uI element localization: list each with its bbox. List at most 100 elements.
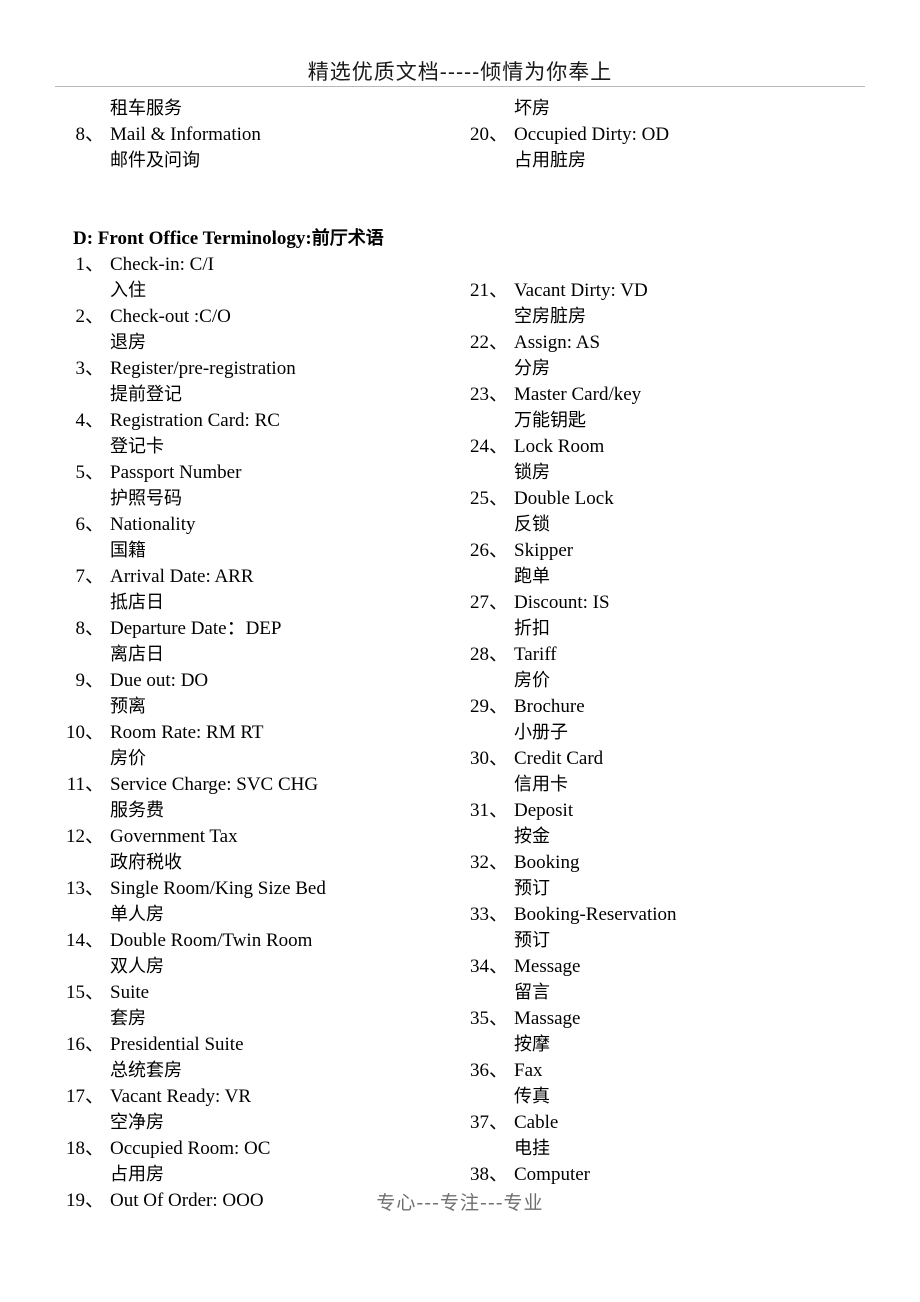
list-item: 38、 Computer	[452, 1162, 872, 1188]
list-item-translation: 折扣	[514, 618, 550, 639]
list-item: 10、 Room Rate: RM RT	[60, 720, 460, 746]
list-item-translation: 登记卡	[110, 436, 164, 457]
list-item-label: Due out: DO	[110, 670, 209, 691]
list-item: 28、 Tariff	[452, 642, 872, 668]
list-item-label: Massage	[514, 1008, 581, 1029]
list-item-label: Check-in: C/I	[110, 254, 214, 275]
list-item-number: 28、	[469, 644, 508, 665]
list-item-translation: 退房	[110, 332, 146, 353]
list-item-number: 36、	[469, 1060, 508, 1081]
list-item: 9、 Due out: DO	[60, 668, 460, 694]
list-item-label: Vacant Ready: VR	[110, 1086, 252, 1107]
list-item: 33、 Booking-Reservation	[452, 902, 872, 928]
list-item-number: 35、	[469, 1008, 508, 1029]
header-watermark-text: 精选优质文档-----倾情为你奉上	[307, 60, 613, 84]
list-item-translation: 总统套房	[110, 1060, 182, 1081]
list-item-label: Nationality	[110, 514, 196, 535]
list-item-number: 32、	[469, 852, 508, 873]
list-item-translation: 政府税收	[110, 852, 182, 873]
list-item-translation: 留言	[514, 982, 550, 1003]
list-item: 14、 Double Room/Twin Room	[60, 928, 460, 954]
list-item-label: Fax	[514, 1060, 543, 1081]
list-item: 12、 Government Tax	[60, 824, 460, 850]
list-item-number: 14、	[65, 930, 104, 951]
list-item-translation: 房价	[514, 670, 550, 691]
list-item-number: 17、	[65, 1086, 104, 1107]
list-item-number: 5、	[75, 462, 104, 483]
list-item-translation: 传真	[514, 1086, 550, 1107]
right-term-list: 21、 Vacant Dirty: VD 空房脏房 22、 Assign: AS 分房 23…	[452, 278, 872, 1188]
list-item: 8、 Mail & Information	[60, 122, 460, 148]
list-item-label: Occupied Dirty: OD	[514, 124, 670, 145]
list-item-label: Credit Card	[514, 748, 604, 769]
list-item-label: Room Rate: RM RT	[110, 722, 264, 743]
list-item-number: 9、	[75, 670, 104, 691]
list-item-number: 38、	[469, 1164, 508, 1185]
page-footer: 专心---专注---专业	[0, 1188, 920, 1215]
list-item-number: 33、	[469, 904, 508, 925]
list-item-label: Deposit	[514, 800, 574, 821]
section-heading: D: Front Office Terminology:前厅术语	[60, 226, 460, 252]
list-item: 20、 Occupied Dirty: OD	[452, 122, 872, 148]
header-divider-rule	[55, 86, 865, 87]
list-item: 7、 Arrival Date: ARR	[60, 564, 460, 590]
list-item-label: Check-out :C/O	[110, 306, 231, 327]
list-item-number: 8、	[75, 618, 104, 639]
continued-translation-line: 租车服务	[110, 98, 182, 119]
list-item-translation: 入住	[110, 280, 146, 301]
list-item-translation: 分房	[514, 358, 550, 379]
list-item-number: 29、	[469, 696, 508, 717]
list-item-label: Vacant Dirty: VD	[514, 280, 648, 301]
left-column: 租车服务 8、 Mail & Information 邮件及问询 D: Fron…	[60, 96, 460, 1214]
list-item: 34、 Message	[452, 954, 872, 980]
list-item: 36、 Fax	[452, 1058, 872, 1084]
list-item-label: Departure Date：DEP	[110, 618, 282, 639]
page-header: 精选优质文档-----倾情为你奉上	[0, 56, 920, 86]
list-item: 2、 Check-out :C/O	[60, 304, 460, 330]
list-item: 6、 Nationality	[60, 512, 460, 538]
list-item: 4、 Registration Card: RC	[60, 408, 460, 434]
continued-translation-line: 坏房	[514, 98, 550, 119]
list-item-label: Cable	[514, 1112, 559, 1133]
list-item-translation: 预离	[110, 696, 146, 717]
list-item-translation: 空房脏房	[514, 306, 586, 327]
list-item-number: 7、	[75, 566, 104, 587]
list-item-translation: 空净房	[110, 1112, 164, 1133]
list-item-translation: 套房	[110, 1008, 146, 1029]
list-item-number: 24、	[469, 436, 508, 457]
list-item: 8、 Departure Date：DEP	[60, 616, 460, 642]
list-item-label: Booking-Reservation	[514, 904, 677, 925]
list-item-label: Master Card/key	[514, 384, 642, 405]
list-item-label: Mail & Information	[110, 124, 261, 145]
list-item-number: 25、	[469, 488, 508, 509]
list-item-translation: 国籍	[110, 540, 146, 561]
list-item-translation: 邮件及问询	[110, 150, 200, 171]
list-item-number: 18、	[65, 1138, 104, 1159]
list-item-label: Skipper	[514, 540, 574, 561]
list-item: 35、 Massage	[452, 1006, 872, 1032]
list-item-translation: 护照号码	[110, 488, 182, 509]
list-item: 15、 Suite	[60, 980, 460, 1006]
list-item: 30、 Credit Card	[452, 746, 872, 772]
list-item-label: Occupied Room: OC	[110, 1138, 271, 1159]
list-item-number: 30、	[469, 748, 508, 769]
list-item-label: Single Room/King Size Bed	[110, 878, 326, 899]
list-item-translation: 按金	[514, 826, 550, 847]
list-item: 16、 Presidential Suite	[60, 1032, 460, 1058]
list-item-translation: 抵店日	[110, 592, 164, 613]
list-item-label: Double Room/Twin Room	[110, 930, 313, 951]
list-item: 29、 Brochure	[452, 694, 872, 720]
list-item-label: Booking	[514, 852, 580, 873]
list-item-label: Register/pre-registration	[110, 358, 296, 379]
list-item-translation: 预订	[514, 930, 550, 951]
list-item-label: Presidential Suite	[110, 1034, 244, 1055]
list-item-translation: 占用房	[110, 1164, 164, 1185]
left-term-list: 1、 Check-in: C/I 入住 2、 Check-out :C/O 退房 3、 Reg…	[60, 252, 460, 1214]
document-page: 精选优质文档-----倾情为你奉上 租车服务 8、 Mail & Informa…	[0, 0, 920, 1302]
list-item-translation: 跑单	[514, 566, 550, 587]
list-item-number: 2、	[75, 306, 104, 327]
